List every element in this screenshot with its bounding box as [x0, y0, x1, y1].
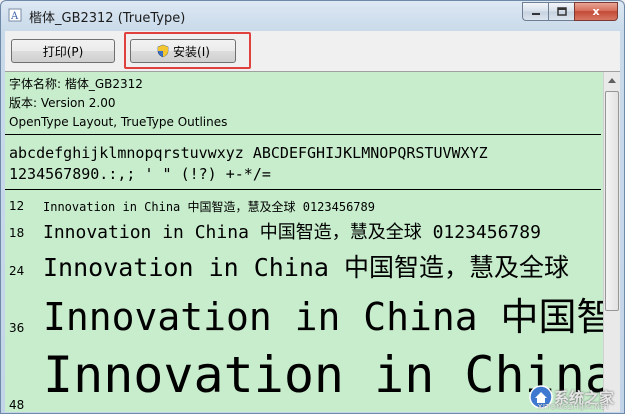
maximize-icon [556, 6, 567, 16]
sample-text: Innovation in China 中国智造，慧及全球 0123456789 [43, 200, 375, 214]
print-button-label: 打印(P) [42, 44, 84, 59]
scroll-up-button[interactable] [604, 72, 620, 89]
size-label: 36 [9, 321, 25, 335]
watermark-subtext: XITONGZHIJIA.NET [537, 403, 610, 411]
svg-text:A: A [10, 11, 19, 22]
font-name-text: 字体名称: 楷体_GB2312 [9, 77, 143, 91]
character-set-sample: abcdefghijklmnopqrstuvwxyz ABCDEFGHIJKLM… [9, 143, 488, 185]
size-label: 24 [9, 264, 25, 278]
watermark: 系统之家 XITONGZHIJIA.NET [528, 384, 614, 411]
client-area: 打印(P) 安装(I) 字体名称: 楷体_GB2312 版本: Version … [5, 31, 620, 412]
charset-letters: abcdefghijklmnopqrstuvwxyz ABCDEFGHIJKLM… [9, 144, 488, 162]
size-label: 12 [9, 199, 25, 213]
arrow-up-icon [608, 78, 616, 83]
window-title: 楷体_GB2312 (TrueType) [29, 11, 186, 26]
caption-buttons: x [522, 2, 618, 22]
divider [5, 189, 601, 190]
install-button[interactable]: 安装(I) [130, 39, 236, 63]
maximize-button[interactable] [548, 2, 574, 21]
close-icon: x [592, 5, 600, 18]
size-label: 18 [9, 226, 25, 240]
minimize-button[interactable] [522, 2, 548, 21]
font-outline-text: OpenType Layout, TrueType Outlines [9, 115, 228, 129]
vertical-scrollbar[interactable] [603, 72, 620, 412]
font-info: 字体名称: 楷体_GB2312 版本: Version 2.00 OpenTyp… [9, 75, 227, 132]
font-preview-pane: 字体名称: 楷体_GB2312 版本: Version 2.00 OpenTyp… [5, 71, 620, 412]
sample-text: Innovation in China 中国智造，慧及全球 0123456789 [43, 222, 541, 243]
toolbar: 打印(P) 安装(I) [5, 31, 620, 71]
font-file-icon: A [8, 8, 22, 22]
charset-digits-symbols: 1234567890.:,; ' " (!?) +-*/= [9, 165, 271, 183]
title-bar[interactable]: A 楷体_GB2312 (TrueType) x [1, 1, 624, 31]
uac-shield-icon [157, 44, 169, 58]
close-button[interactable]: x [574, 2, 618, 21]
font-version-text: 版本: Version 2.00 [9, 96, 116, 110]
install-button-label: 安装(I) [173, 44, 210, 59]
scroll-thumb[interactable] [605, 91, 619, 311]
sample-text: Innovation in China 中国智造 [43, 295, 620, 339]
font-viewer-window: A 楷体_GB2312 (TrueType) x 打印(P) 安装(I) 字体名… [0, 0, 625, 414]
print-button[interactable]: 打印(P) [11, 39, 115, 63]
sample-text: Innovation in China 中国智造，慧及全球 [43, 253, 570, 282]
minimize-icon [531, 12, 540, 15]
size-label: 48 [9, 398, 25, 412]
divider [5, 134, 601, 135]
